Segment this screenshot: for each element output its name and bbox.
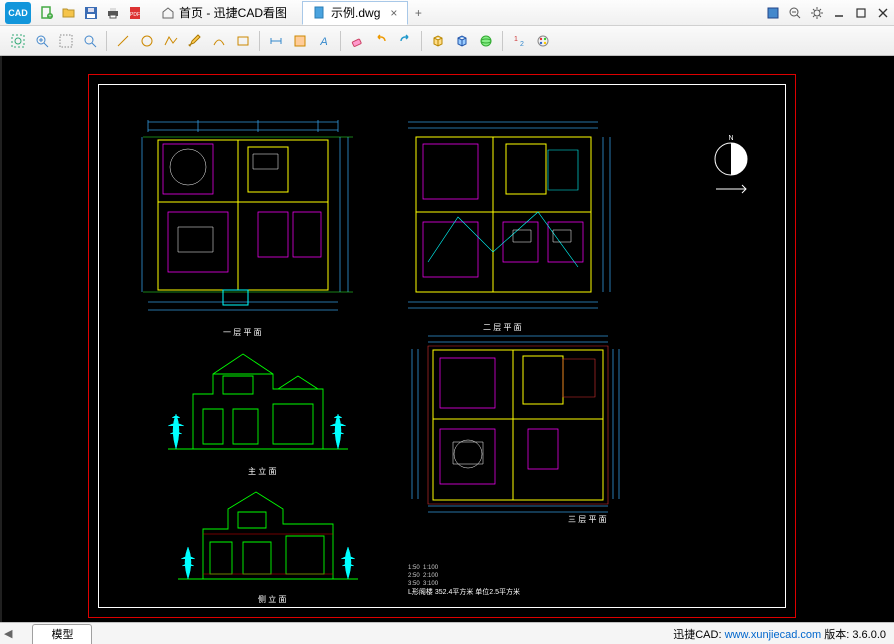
- title-bar: CAD + PDF 首页 - 迅捷CAD看图 示例.dwg × +: [0, 0, 894, 26]
- cad-drawing: 一 层 平 面: [88, 74, 796, 618]
- rect-tool-button[interactable]: [232, 30, 254, 52]
- pdf-icon[interactable]: PDF: [126, 4, 144, 22]
- tab-label: 示例.dwg: [331, 4, 380, 21]
- text-tool-button[interactable]: A: [313, 30, 335, 52]
- app-logo: CAD: [0, 0, 36, 26]
- cube-button[interactable]: [451, 30, 473, 52]
- print-icon[interactable]: [104, 4, 122, 22]
- tab-home[interactable]: 首页 - 迅捷CAD看图: [150, 1, 302, 25]
- close-button[interactable]: [872, 2, 894, 24]
- main-toolbar: A 12: [0, 26, 894, 56]
- zoom-extents-button[interactable]: [7, 30, 29, 52]
- new-file-icon[interactable]: +: [38, 4, 56, 22]
- maximize-button[interactable]: [850, 2, 872, 24]
- minimize-button[interactable]: [828, 2, 850, 24]
- status-bar: ◀ 模型 迅捷CAD: www.xunjiecad.com 版本: 3.6.0.…: [0, 622, 894, 644]
- ruler: [0, 56, 2, 622]
- layers-button[interactable]: 12: [508, 30, 530, 52]
- close-tab-icon[interactable]: ×: [390, 6, 397, 20]
- status-text: 迅捷CAD: www.xunjiecad.com 版本: 3.6.0.0: [673, 626, 894, 642]
- line-tool-button[interactable]: [112, 30, 134, 52]
- arc-tool-button[interactable]: [208, 30, 230, 52]
- polyline-tool-button[interactable]: [160, 30, 182, 52]
- website-link[interactable]: www.xunjiecad.com: [725, 629, 822, 641]
- zoom-window-button[interactable]: [31, 30, 53, 52]
- box3d-button[interactable]: [427, 30, 449, 52]
- palette-button[interactable]: [532, 30, 554, 52]
- svg-text:N: N: [728, 135, 733, 142]
- erase-button[interactable]: [346, 30, 368, 52]
- tab-document[interactable]: 示例.dwg ×: [302, 1, 408, 25]
- model-tab[interactable]: 模型: [32, 624, 92, 644]
- document-icon: [313, 6, 327, 20]
- svg-text:1: 1: [514, 36, 518, 43]
- home-icon: [161, 6, 175, 20]
- info-block: 1:50 1:1002:50 2:1003:50 3:100 L形阁楼 352.…: [408, 564, 628, 598]
- layer-button[interactable]: [289, 30, 311, 52]
- sphere-button[interactable]: [475, 30, 497, 52]
- chevron-left-icon[interactable]: ◀: [4, 627, 12, 640]
- open-file-icon[interactable]: [60, 4, 78, 22]
- gear-icon[interactable]: [806, 2, 828, 24]
- compass-icon: N: [706, 134, 756, 204]
- plan3-label: 三 层 平 面: [568, 514, 607, 525]
- redo-button[interactable]: [394, 30, 416, 52]
- svg-text:+: +: [48, 14, 52, 20]
- pencil-tool-button[interactable]: [184, 30, 206, 52]
- elev2-label: 侧 立 面: [258, 594, 286, 605]
- dimension-button[interactable]: [265, 30, 287, 52]
- page-icon[interactable]: [762, 2, 784, 24]
- zoom-realtime-button[interactable]: [79, 30, 101, 52]
- zoom-dynamic-button[interactable]: [55, 30, 77, 52]
- save-icon[interactable]: [82, 4, 100, 22]
- svg-text:A: A: [319, 36, 327, 48]
- new-tab-button[interactable]: +: [408, 3, 428, 23]
- tab-label: 首页 - 迅捷CAD看图: [179, 4, 287, 21]
- drawing-canvas[interactable]: 一 层 平 面: [0, 56, 894, 622]
- circle-tool-button[interactable]: [136, 30, 158, 52]
- undo-button[interactable]: [370, 30, 392, 52]
- svg-text:2: 2: [520, 41, 524, 48]
- zoom-out-icon[interactable]: [784, 2, 806, 24]
- svg-text:PDF: PDF: [130, 12, 140, 18]
